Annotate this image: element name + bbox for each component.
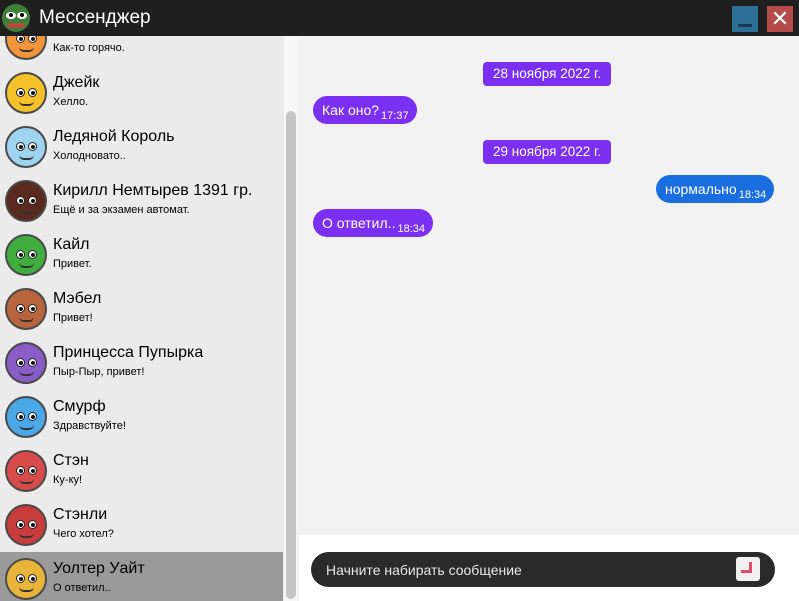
heisenberg-icon bbox=[5, 558, 47, 600]
chat-item[interactable]: Ледяной Король Холодновато.. bbox=[0, 120, 283, 174]
jake-icon bbox=[5, 72, 47, 114]
title-bar: Мессенджер ✕ bbox=[0, 0, 799, 36]
message-bubble-incoming: Как оно? 17:37 bbox=[313, 96, 417, 124]
chat-item[interactable]: Кайл Привет. bbox=[0, 228, 283, 282]
chat-name: Джейк bbox=[53, 74, 100, 91]
lumpy-space-princess-icon bbox=[5, 342, 47, 384]
chat-name: Стэн bbox=[53, 452, 89, 469]
date-separator: 29 ноября 2022 г. bbox=[483, 140, 611, 164]
minimize-button[interactable] bbox=[732, 6, 758, 32]
message-input[interactable] bbox=[311, 552, 731, 587]
chat-item[interactable]: Принцесса Пупырка Пыр-Пыр, привет! bbox=[0, 336, 283, 390]
chat-preview: Привет! bbox=[53, 312, 93, 324]
chat-preview: Чего хотел? bbox=[53, 528, 114, 540]
chat-item[interactable]: Кирилл Немтырев 1391 гр. Ещё и за экзаме… bbox=[0, 174, 283, 228]
chat-preview: О ответил.. bbox=[53, 582, 111, 594]
user-photo-icon bbox=[5, 180, 47, 222]
message-time: 18:34 bbox=[738, 189, 767, 201]
message-bubble-incoming: О ответил.. 18:34 bbox=[313, 209, 433, 237]
message-bubble-outgoing: нормально 18:34 bbox=[656, 175, 775, 203]
message-time: 17:37 bbox=[381, 110, 409, 122]
chat-name: Принцесса Пупырка bbox=[53, 344, 204, 361]
chat-preview: Привет. bbox=[53, 258, 92, 270]
window-title: Мессенджер bbox=[39, 7, 151, 28]
chat-name: Кирилл Немтырев 1391 гр. bbox=[53, 182, 253, 199]
composer-area bbox=[299, 535, 799, 601]
stanley-icon bbox=[5, 504, 47, 546]
mabel-icon bbox=[5, 288, 47, 330]
close-button[interactable]: ✕ bbox=[767, 6, 793, 32]
message-time: 18:34 bbox=[397, 223, 425, 235]
smurf-icon bbox=[5, 396, 47, 438]
chat-name: Смурф bbox=[53, 398, 106, 415]
chat-item[interactable]: Джейк Хелло. bbox=[0, 66, 283, 120]
date-separator: 28 ноября 2022 г. bbox=[483, 62, 611, 86]
chat-item[interactable]: Стэн Ку-ку! bbox=[0, 444, 283, 498]
chat-item[interactable]: Стэнли Чего хотел? bbox=[0, 498, 283, 552]
message-text: Как оно? bbox=[322, 102, 380, 118]
sidebar-scrollbar[interactable] bbox=[284, 36, 297, 601]
chat-list: Как-то горячо. Джейк Хелло. Ледяной Коро… bbox=[0, 36, 283, 601]
message-text: нормально bbox=[665, 181, 737, 197]
kyle-icon bbox=[5, 234, 47, 276]
chat-item-active[interactable]: Уолтер Уайт О ответил.. bbox=[0, 552, 283, 601]
chat-name: Уолтер Уайт bbox=[53, 560, 145, 577]
send-button[interactable] bbox=[736, 557, 760, 581]
chat-name: Кайл bbox=[53, 236, 90, 253]
fire-character-icon bbox=[5, 36, 47, 60]
ice-king-icon bbox=[5, 126, 47, 168]
chat-name: Ледяной Король bbox=[53, 128, 175, 145]
chat-preview: Здравствуйте! bbox=[53, 420, 126, 432]
chat-preview: Ку-ку! bbox=[53, 474, 83, 486]
chat-list-sidebar: Как-то горячо. Джейк Хелло. Ледяной Коро… bbox=[0, 36, 297, 601]
close-icon: ✕ bbox=[770, 6, 790, 31]
scrollbar-thumb[interactable] bbox=[286, 111, 296, 599]
chat-item[interactable]: Мэбел Привет! bbox=[0, 282, 283, 336]
chat-preview: Холодновато.. bbox=[53, 150, 126, 162]
chat-preview: Пыр-Пыр, привет! bbox=[53, 366, 145, 378]
chat-preview: Хелло. bbox=[53, 96, 89, 108]
message-text: О ответил.. bbox=[322, 215, 396, 231]
chat-item[interactable]: Как-то горячо. bbox=[0, 36, 283, 66]
chat-item[interactable]: Смурф Здравствуйте! bbox=[0, 390, 283, 444]
conversation-area: 28 ноября 2022 г. Как оно? 17:37 29 ноябр… bbox=[299, 36, 799, 535]
chat-preview: Ещё и за экзамен автомат. bbox=[53, 204, 190, 216]
frog-icon bbox=[2, 4, 30, 32]
message-composer bbox=[311, 552, 775, 587]
chat-name: Мэбел bbox=[53, 290, 102, 307]
chat-name: Стэнли bbox=[53, 506, 108, 523]
stan-icon bbox=[5, 450, 47, 492]
chat-preview: Как-то горячо. bbox=[53, 42, 125, 54]
